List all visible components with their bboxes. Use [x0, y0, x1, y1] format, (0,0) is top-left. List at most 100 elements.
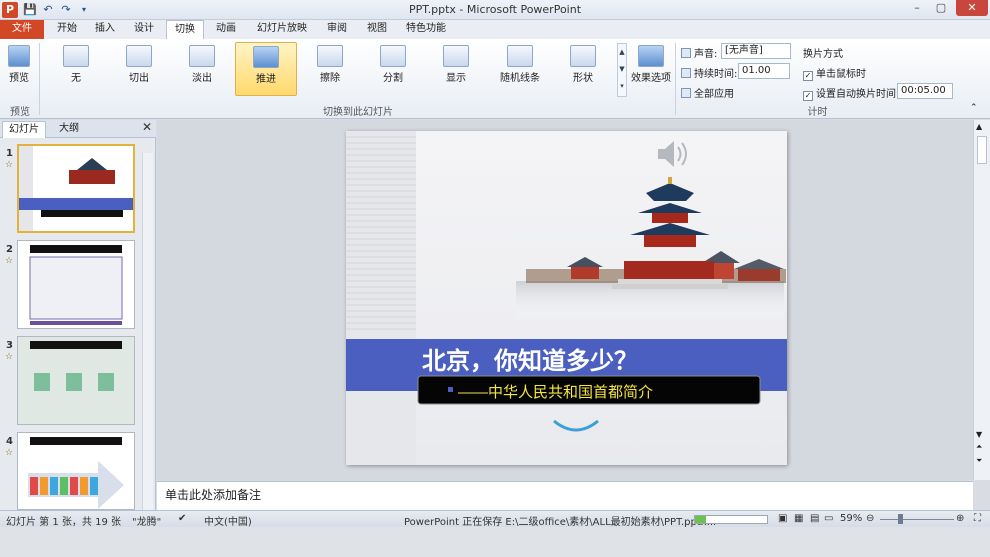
- tab-insert[interactable]: 插入: [88, 20, 122, 39]
- transition-label: 显示: [446, 73, 466, 84]
- transitions-group-label: 切换到此幻灯片: [323, 107, 393, 118]
- slide-thumbnail-3[interactable]: [17, 336, 135, 425]
- transition-random-bars[interactable]: 随机线条: [491, 42, 549, 96]
- preview-group-label: 预览: [10, 107, 30, 118]
- thumb-number: 4: [6, 436, 13, 447]
- normal-view-icon[interactable]: ▣: [778, 513, 787, 524]
- transition-fade-icon: [189, 45, 215, 67]
- slideshow-view-icon[interactable]: ▭: [824, 513, 833, 524]
- language-indicator[interactable]: 中文(中国): [204, 513, 252, 528]
- duration-input[interactable]: 01.00: [738, 63, 790, 79]
- scroll-up-icon[interactable]: ▲: [976, 122, 982, 131]
- zoom-in-icon[interactable]: ⊕: [956, 513, 964, 524]
- minimize-button[interactable]: –: [906, 0, 928, 16]
- previous-slide-icon[interactable]: ⏶: [976, 442, 982, 452]
- transition-push-icon: [253, 46, 279, 68]
- transition-cut[interactable]: 切出: [111, 42, 167, 96]
- thumb-2-preview: [18, 241, 134, 328]
- save-status: PowerPoint 正在保存 E:\二级office\素材\ALL最初始素材\…: [404, 517, 717, 528]
- effect-options-icon: [638, 45, 664, 67]
- slide-thumbnail-1[interactable]: [17, 144, 135, 233]
- transition-star-icon: ☆: [5, 256, 14, 266]
- notes-pane[interactable]: 单击此处添加备注: [157, 481, 973, 510]
- zoom-level[interactable]: 59%: [840, 513, 862, 524]
- tab-slides[interactable]: 幻灯片: [2, 121, 46, 138]
- auto-after-label: 设置自动换片时间:: [816, 89, 900, 100]
- tab-review[interactable]: 审阅: [320, 20, 354, 39]
- effect-options-button[interactable]: 效果选项: [630, 42, 672, 96]
- tab-transitions[interactable]: 切换: [166, 20, 204, 39]
- slide-thumbnail-2[interactable]: [17, 240, 135, 329]
- tab-home[interactable]: 开始: [50, 20, 84, 39]
- transition-split[interactable]: 分割: [365, 42, 421, 96]
- spellcheck-icon[interactable]: ✔: [178, 513, 186, 524]
- transition-label: 随机线条: [500, 73, 540, 84]
- slide-title[interactable]: 北京，你知道多少？: [422, 347, 638, 375]
- transition-reveal[interactable]: 显示: [428, 42, 484, 96]
- apply-all-button[interactable]: 全部应用: [681, 85, 734, 100]
- transition-none[interactable]: 无: [48, 42, 104, 96]
- transition-shape[interactable]: 形状: [555, 42, 611, 96]
- slide-sorter-icon[interactable]: ▦: [794, 513, 803, 524]
- tab-view[interactable]: 视图: [360, 20, 394, 39]
- duration-label: 持续时间:: [694, 69, 738, 80]
- auto-after-checkbox[interactable]: ✓: [803, 91, 813, 101]
- transition-label: 擦除: [320, 73, 340, 84]
- reading-view-icon[interactable]: ▤: [810, 513, 819, 524]
- thumb-number: 2: [6, 244, 13, 255]
- zoom-slider[interactable]: [880, 519, 954, 520]
- taskbar-strip: [0, 527, 990, 557]
- tab-slideshow[interactable]: 幻灯片放映: [251, 20, 313, 39]
- auto-after-input[interactable]: 00:05.00: [897, 83, 953, 99]
- transition-fade[interactable]: 淡出: [174, 42, 230, 96]
- main-vertical-scrollbar[interactable]: ▲ ▼ ⏶ ⏷: [973, 120, 990, 480]
- maximize-button[interactable]: ▢: [930, 0, 952, 16]
- tab-file[interactable]: 文件: [0, 20, 44, 39]
- transition-label: 切出: [129, 73, 149, 84]
- next-slide-icon[interactable]: ⏷: [976, 456, 982, 466]
- transition-wipe-icon: [317, 45, 343, 67]
- tab-design[interactable]: 设计: [127, 20, 161, 39]
- duration-row: 持续时间:: [681, 65, 737, 80]
- tab-special[interactable]: 特色功能: [400, 20, 452, 39]
- current-slide[interactable]: 北京，你知道多少？ ——中华人民共和国首都简介: [346, 131, 787, 465]
- scroll-down-icon[interactable]: ▼: [976, 430, 982, 439]
- transition-wipe[interactable]: 擦除: [302, 42, 358, 96]
- advance-slide-label: 换片方式: [803, 49, 843, 60]
- on-click-checkbox-row[interactable]: ✓ 单击鼠标时: [803, 65, 866, 81]
- theme-name: "龙腾": [132, 517, 162, 528]
- transition-star-icon: ☆: [5, 448, 14, 458]
- slide-thumbnail-4[interactable]: [17, 432, 135, 510]
- thumbnail-scrollbar[interactable]: [142, 153, 153, 510]
- preview-label: 预览: [9, 73, 29, 84]
- transition-cut-icon: [126, 45, 152, 67]
- zoom-out-icon[interactable]: ⊖: [866, 513, 874, 524]
- close-button[interactable]: ✕: [956, 0, 988, 16]
- scroll-thumb[interactable]: [977, 136, 987, 164]
- collapse-ribbon-icon[interactable]: ⌃: [970, 103, 978, 113]
- tab-animations[interactable]: 动画: [208, 20, 244, 39]
- sound-select[interactable]: [无声音]: [721, 43, 791, 59]
- window-title: PPT.pptx - Microsoft PowerPoint: [408, 3, 582, 16]
- tab-outline[interactable]: 大纲: [50, 121, 88, 138]
- slide-subtitle[interactable]: ——中华人民共和国首都简介: [458, 384, 653, 401]
- thumb-3-preview: [18, 337, 134, 424]
- thumb-number: 3: [6, 340, 13, 351]
- on-click-checkbox[interactable]: ✓: [803, 71, 813, 81]
- apply-all-icon: [681, 88, 691, 98]
- fit-to-window-icon[interactable]: ⛶: [974, 513, 981, 524]
- auto-after-checkbox-row[interactable]: ✓ 设置自动换片时间:: [803, 85, 899, 101]
- gallery-scroll[interactable]: ▲ ▼ ▾: [617, 43, 627, 97]
- group-divider: [39, 43, 40, 115]
- save-progress-bar: [694, 515, 768, 524]
- transition-label: 形状: [573, 73, 593, 84]
- thumb-1-preview: [19, 146, 133, 231]
- transition-push[interactable]: 推进: [235, 42, 297, 96]
- transition-split-icon: [380, 45, 406, 67]
- zoom-slider-thumb[interactable]: [898, 514, 903, 524]
- preview-button[interactable]: 预览: [3, 42, 35, 96]
- thumb-4-preview: [18, 433, 134, 509]
- close-panel-icon[interactable]: ✕: [142, 120, 152, 134]
- transition-star-icon: ☆: [5, 160, 14, 170]
- subtitle-bullet: [448, 387, 453, 392]
